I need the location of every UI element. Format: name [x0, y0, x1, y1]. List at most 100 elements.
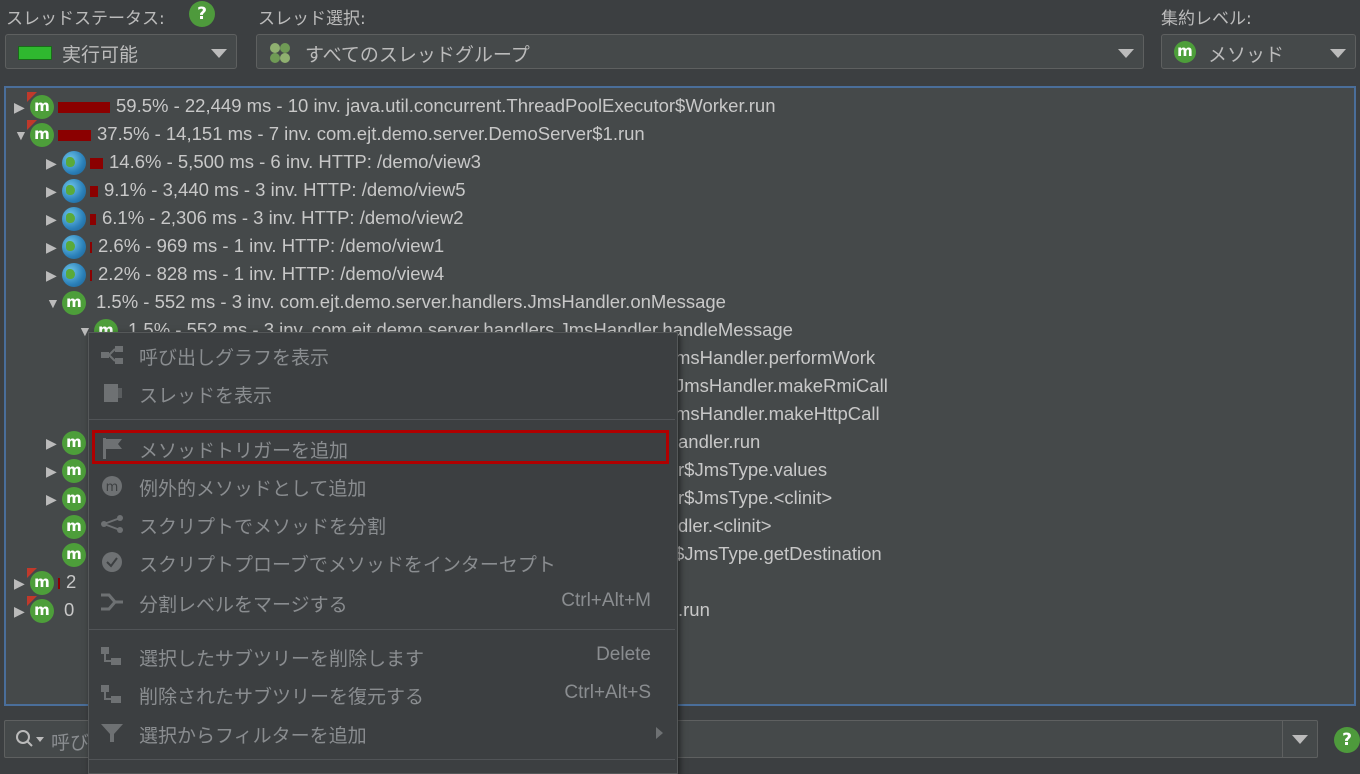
help-icon[interactable]: ?	[189, 1, 215, 27]
aggregation-level-label: 集約レベル:	[1161, 9, 1252, 29]
thread-select-combo[interactable]: すべてのスレッドグループ	[256, 34, 1144, 69]
tree-row[interactable]: msHandler.performWork	[675, 344, 875, 372]
thread-status-value: 実行可能	[62, 44, 139, 66]
delete-subtree-icon	[99, 645, 125, 667]
tree-row-label: 37.5% - 14,151 ms - 7 inv. com.ejt.demo.…	[97, 123, 645, 144]
help-icon[interactable]: ?	[1334, 727, 1360, 753]
filter-icon	[99, 722, 125, 744]
aggregation-level-combo[interactable]: m メソッド	[1161, 34, 1356, 69]
tree-row-label: 0	[64, 599, 75, 620]
tree-row[interactable]: ▶ m 0	[14, 596, 74, 624]
tree-row[interactable]: ▶ 2.2% - 828 ms - 1 inv. HTTP: /demo/view…	[46, 260, 444, 288]
chevron-down-icon	[1292, 735, 1308, 744]
search-input[interactable]: 呼び	[51, 728, 89, 755]
menu-item-label: スレッドを表示	[139, 385, 273, 407]
collapse-arrow-icon[interactable]: ▼	[46, 289, 62, 317]
time-bar	[58, 129, 91, 141]
globe-icon	[62, 207, 86, 232]
search-history-button[interactable]	[1282, 721, 1317, 757]
tree-row-label: 1.5% - 552 ms - 3 inv. com.ejt.demo.serv…	[96, 291, 726, 312]
tree-row-label: 2.2% - 828 ms - 1 inv. HTTP: /demo/view4	[98, 263, 445, 284]
call-graph-icon	[99, 344, 125, 366]
menu-item-show-thread[interactable]: スレッドを表示	[89, 375, 675, 411]
method-icon: m	[62, 291, 86, 316]
tree-row-label: andler.run	[678, 431, 761, 452]
tree-row-label: dler.<clinit>	[678, 515, 772, 536]
globe-icon	[62, 151, 86, 176]
expand-arrow-icon[interactable]: ▶	[46, 261, 62, 289]
expand-arrow-icon[interactable]: ▶	[46, 233, 62, 261]
time-bar	[90, 241, 92, 253]
tree-row[interactable]: $JmsType.getDestination	[674, 540, 882, 568]
tree-row[interactable]: ▶ 14.6% - 5,500 ms - 6 inv. HTTP: /demo/v…	[46, 148, 481, 176]
time-bar	[90, 157, 103, 169]
menu-item-label: スクリプトプローブでメソッドをインターセプト	[139, 554, 556, 576]
time-bar	[58, 101, 110, 113]
method-icon: m	[62, 487, 86, 512]
menu-separator	[89, 629, 675, 630]
aggregation-level-value: メソッド	[1208, 44, 1285, 66]
expand-arrow-icon[interactable]: ▶	[46, 205, 62, 233]
selection-highlight	[92, 430, 669, 464]
expand-arrow-icon[interactable]: ▶	[46, 457, 62, 485]
tree-row[interactable]: ▼ m 1.5% - 552 ms - 3 inv. com.ejt.demo.se…	[46, 288, 726, 316]
menu-item-add-filter-from-selection[interactable]: 選択からフィルターを追加	[89, 715, 675, 751]
tree-row[interactable]: m	[62, 512, 90, 540]
expand-arrow-icon[interactable]: ▶	[46, 485, 62, 513]
menu-item-delete-subtree[interactable]: 選択したサブツリーを削除します Delete	[89, 638, 675, 674]
tree-row-label: 14.6% - 5,500 ms - 6 inv. HTTP: /demo/vi…	[109, 151, 481, 172]
tree-row[interactable]: ▶ m	[46, 484, 90, 512]
tree-row[interactable]: r$JmsType.values	[678, 456, 827, 484]
thread-group-icon	[269, 42, 291, 64]
expand-arrow-icon[interactable]: ▶	[46, 149, 62, 177]
expand-arrow-icon[interactable]: ▶	[46, 429, 62, 457]
tree-row-label: r$JmsType.values	[678, 459, 828, 480]
tree-row[interactable]: ▶ 2.6% - 969 ms - 1 inv. HTTP: /demo/view…	[46, 232, 444, 260]
method-icon: m	[27, 92, 54, 120]
thread-select-value: すべてのスレッドグループ	[305, 44, 530, 66]
globe-icon	[62, 179, 86, 204]
menu-item-show-call-graph[interactable]: 呼び出しグラフを表示	[89, 337, 675, 373]
menu-item-split-method-with-script[interactable]: スクリプトでメソッドを分割	[89, 506, 675, 542]
menu-item-merge-split-levels[interactable]: 分割レベルをマージする Ctrl+Alt+M	[89, 584, 675, 620]
menu-item-label: 選択したサブツリーを削除します	[139, 648, 425, 670]
restore-subtree-icon	[99, 683, 125, 705]
menu-item-restore-subtree[interactable]: 削除されたサブツリーを復元する Ctrl+Alt+S	[89, 676, 675, 712]
method-icon: m	[27, 596, 54, 624]
globe-icon	[62, 263, 86, 288]
tree-row[interactable]: dler.<clinit>	[678, 512, 772, 540]
runnable-state-icon	[18, 46, 52, 60]
chevron-down-icon	[1118, 49, 1134, 58]
tree-row[interactable]: m	[62, 540, 90, 568]
thread-icon	[99, 382, 125, 404]
tree-row[interactable]: ▶ m 59.5% - 22,449 ms - 10 inv. java.util.…	[14, 92, 775, 120]
tree-row[interactable]: msHandler.makeHttpCall	[675, 400, 880, 428]
method-icon: m	[1174, 41, 1196, 63]
expand-arrow-icon[interactable]: ▶	[46, 177, 62, 205]
menu-item-intercept-with-script-probe[interactable]: スクリプトプローブでメソッドをインターセプト	[89, 544, 675, 580]
tree-row[interactable]: ▶ 6.1% - 2,306 ms - 3 inv. HTTP: /demo/vi…	[46, 204, 464, 232]
tree-row[interactable]: ▶ m 2	[14, 568, 76, 596]
method-icon: m	[62, 459, 86, 484]
menu-item-shortcut: Ctrl+Alt+M	[561, 590, 651, 611]
globe-icon	[62, 235, 86, 260]
time-bar	[90, 185, 98, 197]
tree-row[interactable]: ▶ m	[46, 456, 90, 484]
tree-row[interactable]: ▶ 9.1% - 3,440 ms - 3 inv. HTTP: /demo/vi…	[46, 176, 466, 204]
tree-row[interactable]: ▼ m 37.5% - 14,151 ms - 7 inv. com.ejt.dem…	[14, 120, 645, 148]
menu-item-label: 削除されたサブツリーを復元する	[139, 686, 425, 708]
thread-status-combo[interactable]: 実行可能	[5, 34, 237, 69]
tree-row[interactable]: r$JmsType.<clinit>	[678, 484, 832, 512]
tree-row-label: 2	[66, 571, 77, 592]
thread-status-label: スレッドステータス:	[6, 9, 165, 29]
tree-row-label: 59.5% - 22,449 ms - 10 inv. java.util.co…	[116, 95, 776, 116]
tree-row[interactable]: ▶ m	[46, 428, 90, 456]
time-bar	[58, 577, 60, 589]
menu-item-add-exceptional-method[interactable]: m 例外的メソッドとして追加	[89, 468, 675, 504]
tree-row[interactable]: .run	[678, 596, 710, 624]
context-menu: 呼び出しグラフを表示 スレッドを表示 メソッドトリガーを追加 m 例外的メソッド…	[88, 332, 678, 774]
tree-row[interactable]: andler.run	[678, 428, 760, 456]
exceptional-method-icon: m	[99, 475, 125, 497]
tree-row[interactable]: JmsHandler.makeRmiCall	[675, 372, 888, 400]
chevron-down-icon	[1330, 49, 1346, 58]
